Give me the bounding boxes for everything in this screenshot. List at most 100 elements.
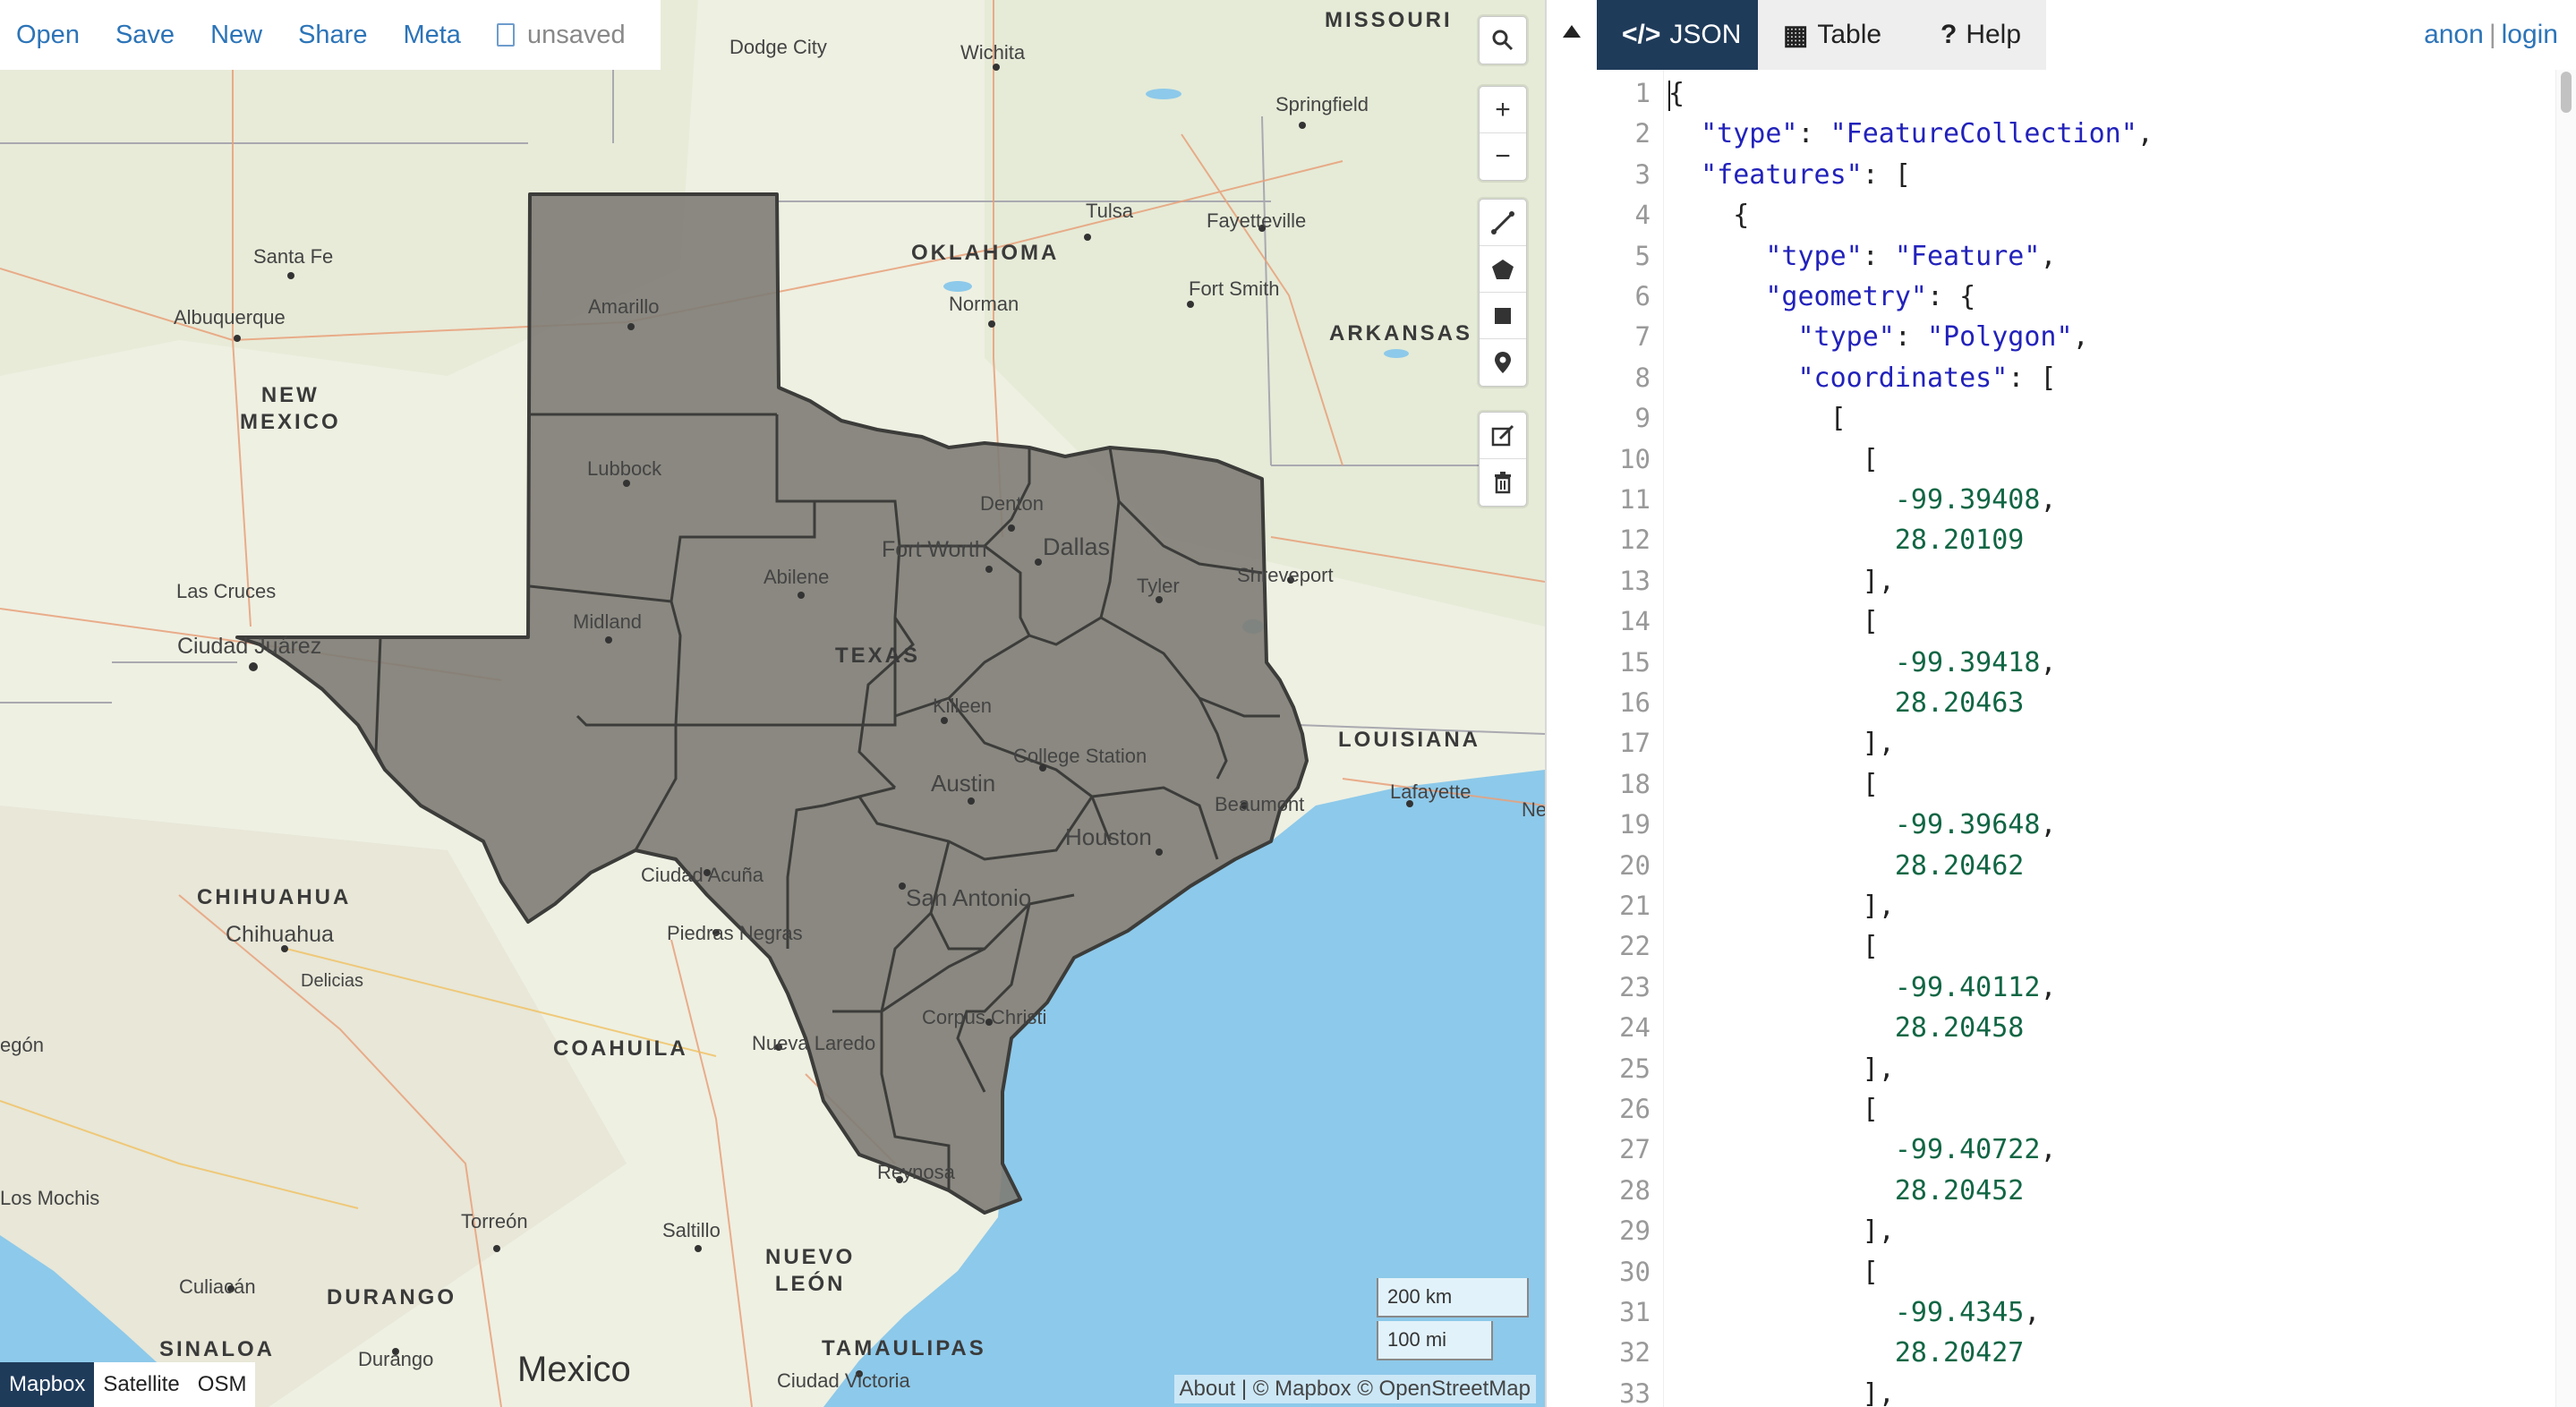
tab-bar: </> JSON ▦ Table ? Help anon | login [1547,0,2576,70]
line-number: 28 [1619,1174,1651,1206]
city-label: Midland [573,610,643,633]
code-line[interactable]: { [1668,73,1685,114]
code-line[interactable]: [ [1668,601,1879,642]
city-label: Nueva Laredo [752,1032,876,1054]
code-line[interactable]: 28.20462 [1668,846,2025,886]
anon-link[interactable]: anon [2424,20,2484,49]
zoom-control: + − [1479,86,1527,181]
code-line[interactable]: ], [1668,1211,1895,1251]
code-line[interactable]: [ [1668,926,1879,967]
search-control [1479,16,1527,64]
tab-json-label: JSON [1669,20,1742,49]
line-number: 21 [1619,891,1651,921]
code-line[interactable]: "features": [ [1668,155,1911,195]
code-line[interactable]: "type": "FeatureCollection", [1668,114,2154,154]
city-label: Reynosa [877,1161,955,1183]
city-label: Culiacán [179,1275,256,1298]
code-line[interactable]: -99.39418, [1668,643,2057,683]
code-line[interactable]: ], [1668,561,1895,601]
login-link[interactable]: login [2502,20,2558,49]
layer-satellite[interactable]: Satellite [94,1362,189,1407]
scrollbar-thumb[interactable] [2561,72,2572,113]
zoom-in-button[interactable]: + [1480,87,1526,133]
share-menu[interactable]: Share [298,21,367,50]
code-icon: </> [1622,20,1661,49]
code-line[interactable]: -99.4345, [1668,1292,2041,1333]
line-number: 16 [1619,687,1651,718]
layer-osm[interactable]: OSM [188,1362,256,1407]
line-number: 4 [1634,200,1651,231]
edit-button[interactable] [1480,413,1526,459]
line-number: 5 [1634,240,1651,271]
code-line[interactable]: { [1668,195,1749,235]
city-label: Lubbock [587,457,662,480]
code-line[interactable]: 28.20463 [1668,683,2025,723]
tab-json[interactable]: </> JSON [1597,0,1758,70]
map-canvas[interactable]: NEW MEXICO OKLAHOMA ARKANSAS TEXAS LOUISI… [0,0,1545,1407]
code-line[interactable]: [ [1668,398,1847,439]
code-line[interactable]: "coordinates": [ [1668,358,2057,398]
draw-line-button[interactable] [1480,200,1526,246]
tab-table-label: Table [1817,20,1882,49]
draw-polygon-button[interactable] [1480,246,1526,293]
code-line[interactable]: ], [1668,1374,1895,1407]
delete-button[interactable] [1480,459,1526,506]
line-number: 13 [1619,565,1651,596]
code-line[interactable]: 28.20427 [1668,1333,2025,1373]
code-line[interactable]: -99.39408, [1668,480,2057,520]
layer-mapbox[interactable]: Mapbox [0,1362,95,1407]
line-icon [1491,210,1514,234]
line-number: 26 [1619,1094,1651,1124]
save-status-text: unsaved [526,20,626,49]
editor-scrollbar[interactable] [2555,70,2576,1407]
code-line[interactable]: 28.20458 [1668,1008,2025,1048]
line-number-gutter: 1 2 3 4 5 6 7 8 9 10 11 12 13 14 15 16 17 18 19 20 21 22 23 24 2… [1547,70,1664,1407]
line-number: 19 [1619,809,1651,840]
code-line[interactable]: -99.39648, [1668,805,2057,845]
code-line[interactable]: [ [1668,1089,1879,1130]
code-line[interactable]: ], [1668,886,1895,926]
draw-rectangle-button[interactable] [1480,293,1526,339]
line-number: 33 [1619,1377,1651,1407]
code-line[interactable]: ], [1668,1049,1895,1089]
city-label: Dodge City [729,36,827,58]
code-line[interactable]: "type": "Feature", [1668,236,2056,277]
save-menu[interactable]: Save [115,21,175,50]
city-label: Fort Smith [1189,277,1280,300]
city-label: Denton [980,492,1044,515]
json-editor[interactable]: 1 2 3 4 5 6 7 8 9 10 11 12 13 14 15 16 17 18 19 20 21 22 23 24 2… [1547,70,2576,1407]
code-line[interactable]: ], [1668,723,1895,763]
open-menu[interactable]: Open [16,21,80,50]
trash-icon [1495,472,1511,494]
city-label: Durango [358,1348,434,1370]
polygon-icon [1492,259,1514,279]
save-status: unsaved [496,20,626,50]
code-line[interactable]: [ [1668,1252,1879,1292]
code-line[interactable]: [ [1668,764,1879,805]
tab-table[interactable]: ▦ Table [1758,0,1915,70]
text-cursor [1668,81,1670,111]
map-attribution[interactable]: About | © Mapbox © OpenStreetMap [1173,1375,1536,1403]
label-oklahoma: OKLAHOMA [911,241,1060,265]
code-line[interactable]: 28.20109 [1668,520,2025,560]
meta-menu[interactable]: Meta [403,21,460,50]
collapse-pane-icon[interactable] [1563,25,1581,38]
code-line[interactable]: 28.20452 [1668,1171,2025,1211]
code-line[interactable]: [ [1668,439,1879,480]
label-tamaulipas: TAMAULIPAS [822,1336,986,1360]
code-line[interactable]: "type": "Polygon", [1668,317,2089,357]
code-line[interactable]: "geometry": { [1668,277,1975,317]
code-line[interactable]: -99.40112, [1668,968,2057,1008]
label-texas: TEXAS [835,644,921,668]
line-number: 10 [1619,443,1651,474]
tab-help[interactable]: ? Help [1915,0,2046,70]
edit-toolbar [1479,412,1527,507]
city-label: Fayetteville [1207,209,1307,232]
search-button[interactable] [1480,17,1526,64]
new-menu[interactable]: New [210,21,262,50]
line-number: 18 [1619,768,1651,799]
code-line[interactable]: -99.40722, [1668,1130,2057,1170]
city-label: Lafayette [1390,780,1471,803]
zoom-out-button[interactable]: − [1480,133,1526,180]
draw-marker-button[interactable] [1480,339,1526,386]
